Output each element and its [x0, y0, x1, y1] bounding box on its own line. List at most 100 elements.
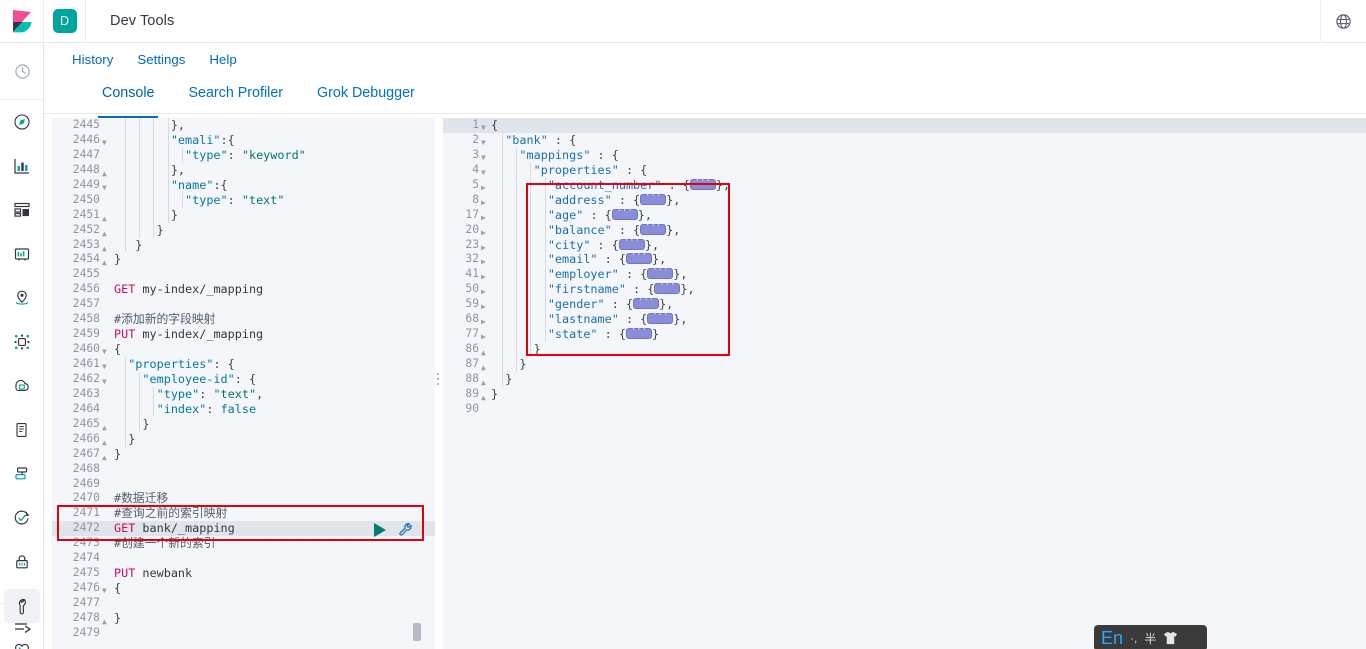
editor-line[interactable]: 41▶ "employer" : {}, [443, 263, 1366, 283]
editor-splitter[interactable] [435, 118, 443, 649]
editor-line[interactable]: 2471 #查询之前的索引映射 [52, 506, 437, 521]
editor-line[interactable]: 2456 GET my-index/_mapping [52, 282, 437, 297]
tab-search-profiler[interactable]: Search Profiler [188, 78, 283, 116]
sidebar-item-apm[interactable] [0, 452, 44, 496]
sidebar-item-visualize[interactable] [0, 144, 44, 188]
editor-line[interactable]: 68▶ "lastname" : {}, [443, 308, 1366, 328]
editor-line[interactable]: 2464 "index": false [52, 401, 437, 417]
editor-line[interactable]: 23▶ "city" : {}, [443, 234, 1366, 253]
folded-region-widget[interactable] [640, 189, 667, 205]
editor-line[interactable]: 2448 ▲ }, [52, 162, 437, 178]
editor-line[interactable]: 2463 "type": "text", [52, 386, 437, 402]
sidebar-item-discover[interactable] [0, 100, 44, 144]
editor-line[interactable]: 17▶ "age" : {}, [443, 204, 1366, 223]
kibana-logo[interactable] [0, 0, 44, 43]
editor-line[interactable]: 59▶ "gender" : {}, [443, 293, 1366, 313]
console-response-editor[interactable]: 1 ▼{2 ▼ "bank" : {3 ▼ "mappings" : {4 ▼ "pro… [443, 118, 1366, 649]
settings-link[interactable]: Settings [137, 52, 185, 78]
editor-line[interactable]: 2457 [52, 297, 437, 312]
sidebar-item-siem[interactable] [0, 540, 44, 584]
editor-line[interactable]: 2459 PUT my-index/_mapping [52, 327, 437, 342]
sidebar-item-maps[interactable] [0, 276, 44, 320]
editor-line[interactable]: 90 [443, 402, 1366, 417]
editor-line[interactable]: 2468 [52, 462, 437, 477]
editor-line[interactable]: 20▶ "balance" : {}, [443, 219, 1366, 238]
tab-console[interactable]: Console [97, 78, 159, 118]
sidebar-item-machine-learning[interactable] [0, 320, 44, 364]
shirt-icon[interactable] [1163, 631, 1178, 645]
indent-guide [153, 207, 155, 223]
sidebar-item-dashboard[interactable] [0, 188, 44, 232]
editor-line[interactable]: 50▶ "firstname" : {}, [443, 278, 1366, 298]
editor-line[interactable]: 2 ▼ "bank" : { [443, 132, 1366, 148]
sidebar-item-uptime[interactable] [0, 496, 44, 540]
code-token: :{ [220, 132, 235, 147]
editor-line[interactable]: 2458 #添加新的字段映射 [52, 312, 437, 327]
editor-line[interactable]: 3 ▼ "mappings" : { [443, 147, 1366, 163]
sogou-ime-bar[interactable]: En ·, 半 [1094, 625, 1207, 649]
editor-line[interactable]: 2449 ▼ "name":{ [52, 177, 437, 193]
editor-line[interactable]: 2450 "type": "text" [52, 192, 437, 208]
editor-line[interactable]: 4 ▼ "properties" : { [443, 162, 1366, 178]
help-link[interactable]: Help [209, 52, 236, 78]
splitter-drag-handle[interactable] [437, 373, 439, 388]
sidebar-item-canvas[interactable] [0, 232, 44, 276]
editor-line[interactable]: 2447 "type": "keyword" [52, 147, 437, 163]
editor-line[interactable]: 2453 ▲ } [52, 237, 437, 253]
editor-line[interactable]: 5▶ "account_number" : {}, [443, 174, 1366, 193]
editor-line[interactable]: 2452 ▲ } [52, 222, 437, 238]
ime-width-toggle[interactable]: 半 [1144, 630, 1156, 647]
editor-line[interactable]: 2445 }, [52, 118, 437, 133]
editor-line[interactable]: 2475 PUT newbank [52, 566, 437, 581]
line-content: #数据迁移 [114, 491, 168, 506]
folded-region-widget[interactable] [640, 219, 667, 235]
folded-region-widget[interactable] [625, 323, 652, 340]
editor-line[interactable]: 2465 ▲ } [52, 416, 437, 432]
sidebar-item-recently-viewed[interactable] [0, 49, 44, 93]
editor-line[interactable]: 2454 ▲} [52, 252, 437, 267]
line-number: 2477 [72, 596, 100, 609]
editor-line[interactable]: 2466 ▲ } [52, 431, 437, 447]
folded-region-widget[interactable] [654, 278, 681, 295]
ime-punctuation-toggle[interactable]: ·, [1130, 631, 1137, 645]
editor-line[interactable]: 32▶ "email" : {}, [443, 248, 1366, 268]
editor-line[interactable]: 2461 ▼ "properties": { [52, 357, 437, 372]
request-actions-menu-button[interactable] [397, 521, 414, 543]
editor-line[interactable]: 86 ▲ } [443, 342, 1366, 357]
send-request-button[interactable] [374, 523, 386, 537]
folded-region-widget[interactable] [611, 204, 638, 220]
editor-line[interactable]: 2476 ▼{ [52, 581, 437, 596]
dev-tools-nav-links: History Settings Help [44, 43, 1366, 78]
indent-guide [516, 312, 518, 328]
editor-line[interactable]: 1 ▼{ [443, 118, 1366, 133]
editor-line[interactable]: 8▶ "address" : {}, [443, 189, 1366, 208]
editor-line[interactable]: 2462 ▼ "employee-id": { [52, 371, 437, 387]
editor-line[interactable]: 89 ▲} [443, 387, 1366, 402]
request-editor-scrollbar[interactable] [413, 623, 421, 641]
folded-region-widget[interactable] [647, 308, 674, 325]
editor-line[interactable]: 2478 ▲} [52, 611, 437, 626]
editor-line[interactable]: 2460 ▼{ [52, 342, 437, 357]
editor-line[interactable]: 77▶ "state" : {} [443, 323, 1366, 343]
editor-line[interactable]: 2469 [52, 477, 437, 492]
sidebar-item-logs[interactable] [0, 408, 44, 452]
editor-line[interactable]: 2455 [52, 267, 437, 282]
editor-line[interactable]: 87 ▲ } [443, 357, 1366, 372]
console-request-editor[interactable]: 2445 }, 2446 ▼ "emali":{2447 "type": "keyw… [52, 118, 437, 649]
help-menu-button[interactable] [1320, 0, 1366, 43]
editor-line[interactable]: 2479 [52, 626, 437, 641]
folded-region-widget[interactable] [689, 174, 716, 190]
history-link[interactable]: History [72, 52, 113, 78]
editor-line[interactable]: 88 ▲ } [443, 371, 1366, 387]
space-avatar[interactable]: D [44, 0, 86, 43]
editor-line[interactable]: 2470 #数据迁移 [52, 491, 437, 506]
editor-line[interactable]: 2474 [52, 551, 437, 566]
editor-line[interactable]: 2451 ▲ } [52, 207, 437, 223]
editor-line[interactable]: 2446 ▼ "emali":{ [52, 132, 437, 148]
editor-line[interactable]: 2477 [52, 596, 437, 611]
tab-grok-debugger[interactable]: Grok Debugger [317, 78, 415, 116]
ime-mode-label[interactable]: En [1101, 629, 1123, 647]
editor-line[interactable]: 2473 #创建一个新的索引 [52, 536, 437, 551]
sidebar-item-infrastructure[interactable] [0, 364, 44, 408]
editor-line[interactable]: 2467 ▲} [52, 447, 437, 462]
